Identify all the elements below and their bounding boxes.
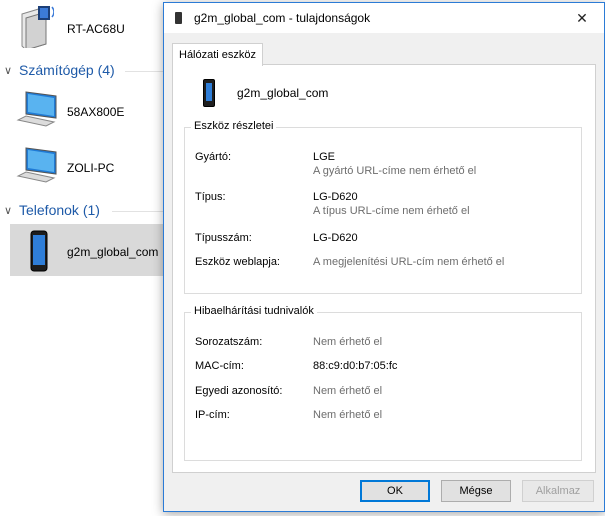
group-header-computers[interactable]: ∨ Számítógép (4) xyxy=(4,62,115,78)
group-divider xyxy=(125,71,163,72)
ip-value: Nem érhető el xyxy=(313,409,383,421)
model-number-value: LG-D620 xyxy=(313,232,358,244)
uid-value: Nem érhető el xyxy=(313,385,383,397)
dialog-title: g2m_global_com - tulajdonságok xyxy=(194,11,371,25)
serial-label: Sorozatszám: xyxy=(195,336,263,348)
uid-label: Egyedi azonosító: xyxy=(195,385,283,397)
group-header-phones[interactable]: ∨ Telefonok (1) xyxy=(4,202,100,218)
monitor-icon xyxy=(16,91,57,127)
model-number-label: Típusszám: xyxy=(195,232,252,244)
manufacturer-label: Gyártó: xyxy=(195,151,232,163)
tab-network-device[interactable]: Hálózati eszköz xyxy=(172,43,264,66)
serial-value: Nem érhető el xyxy=(313,336,383,348)
type-value: LG-D620 xyxy=(313,191,358,203)
router-label: RT-AC68U xyxy=(67,22,125,36)
ip-label: IP-cím: xyxy=(195,409,230,421)
computer-item-2[interactable] xyxy=(16,146,58,188)
close-icon: ✕ xyxy=(576,9,588,26)
device-name: g2m_global_com xyxy=(237,86,329,100)
computer-label-2: ZOLI-PC xyxy=(67,161,115,175)
phone-item[interactable] xyxy=(30,230,48,272)
dialog-titlebar[interactable]: g2m_global_com - tulajdonságok ✕ xyxy=(164,3,604,33)
cancel-button[interactable]: Mégse xyxy=(441,480,511,502)
chevron-down-icon: ∨ xyxy=(4,204,13,217)
mac-label: MAC-cím: xyxy=(195,360,244,372)
group-title-computers: Számítógép (4) xyxy=(19,62,115,78)
apply-button[interactable]: Alkalmaz xyxy=(522,480,594,502)
chevron-down-icon: ∨ xyxy=(4,64,13,77)
properties-dialog: g2m_global_com - tulajdonságok ✕ Hálózat… xyxy=(163,2,605,512)
phone-label: g2m_global_com xyxy=(67,245,159,259)
troubleshooting-title: Hibaelhárítási tudnivalók xyxy=(191,305,317,317)
phone-icon xyxy=(30,230,48,272)
ok-button[interactable]: OK xyxy=(360,480,430,502)
type-label: Típus: xyxy=(195,191,226,203)
details-title: Eszköz részletei xyxy=(191,120,277,132)
manufacturer-value: LGE xyxy=(313,151,336,163)
router-item[interactable] xyxy=(18,4,54,48)
manufacturer-url: A gyártó URL-címe nem érhető el xyxy=(313,165,477,177)
webpage-label: Eszköz weblapja: xyxy=(195,256,280,268)
close-button[interactable]: ✕ xyxy=(560,3,604,33)
group-divider xyxy=(112,211,163,212)
type-url: A típus URL-címe nem érhető el xyxy=(313,205,470,217)
phone-icon xyxy=(203,79,215,107)
mac-value: 88:c9:d0:b7:05:fc xyxy=(313,360,398,372)
group-title-phones: Telefonok (1) xyxy=(19,202,100,218)
phone-title-icon xyxy=(175,12,182,24)
router-icon xyxy=(21,6,54,48)
monitor-icon xyxy=(16,147,57,183)
webpage-value: A megjelenítési URL-cím nem érhető el xyxy=(313,256,505,268)
computer-item-1[interactable] xyxy=(16,90,58,132)
computer-label-1: 58AX800E xyxy=(67,105,125,119)
